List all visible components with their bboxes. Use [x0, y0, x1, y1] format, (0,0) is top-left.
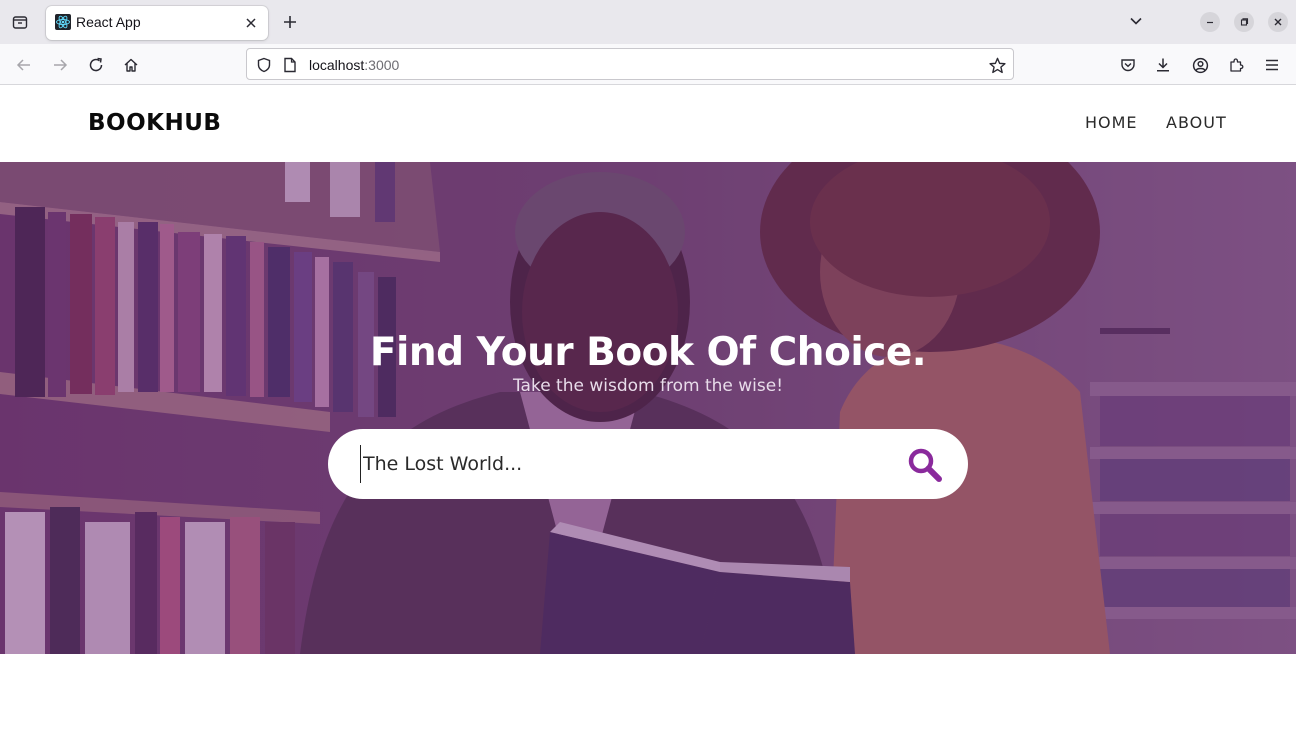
home-icon[interactable]	[120, 54, 142, 76]
nav-link-home[interactable]: HOME	[1085, 113, 1138, 132]
search-icon[interactable]	[906, 446, 944, 484]
browser-tab-bar: React App	[0, 0, 1296, 44]
plus-icon[interactable]	[279, 11, 301, 33]
star-icon[interactable]	[987, 55, 1007, 75]
search-input[interactable]	[360, 445, 880, 483]
account-icon[interactable]	[1189, 54, 1211, 76]
browser-toolbar: localhost:3000	[0, 44, 1296, 85]
forward-arrow-icon[interactable]	[49, 54, 71, 76]
chevron-down-icon[interactable]	[1126, 11, 1146, 31]
minimize-icon[interactable]	[1200, 12, 1220, 32]
close-icon[interactable]	[242, 14, 260, 32]
address-bar[interactable]: localhost:3000	[246, 48, 1014, 80]
nav-link-about[interactable]: ABOUT	[1166, 113, 1227, 132]
url-host: localhost	[309, 57, 365, 73]
hamburger-icon[interactable]	[1261, 54, 1283, 76]
site-logo[interactable]: BOOKHUB	[88, 110, 221, 136]
pocket-icon[interactable]	[1117, 54, 1139, 76]
url-port: :3000	[364, 57, 400, 73]
browser-tab[interactable]: React App	[46, 6, 268, 40]
hero-banner: Find Your Book Of Choice. Take the wisdo…	[0, 162, 1296, 654]
download-icon[interactable]	[1152, 54, 1174, 76]
search-bar	[328, 429, 968, 499]
url-text: localhost:3000	[309, 57, 399, 73]
reload-icon[interactable]	[85, 54, 107, 76]
page-icon[interactable]	[281, 56, 299, 74]
close-window-icon[interactable]	[1268, 12, 1288, 32]
back-arrow-icon[interactable]	[13, 54, 35, 76]
hero-title: Find Your Book Of Choice.	[369, 330, 927, 375]
tab-title: React App	[76, 14, 141, 30]
puzzle-icon[interactable]	[1225, 54, 1247, 76]
site-header: BOOKHUB HOME ABOUT	[0, 85, 1296, 162]
hero-subtitle: Take the wisdom from the wise!	[512, 376, 784, 396]
react-icon	[55, 14, 71, 30]
tab-list-icon[interactable]	[8, 10, 32, 34]
hero-background-image	[0, 162, 1296, 654]
restore-icon[interactable]	[1234, 12, 1254, 32]
shield-icon[interactable]	[255, 56, 273, 74]
